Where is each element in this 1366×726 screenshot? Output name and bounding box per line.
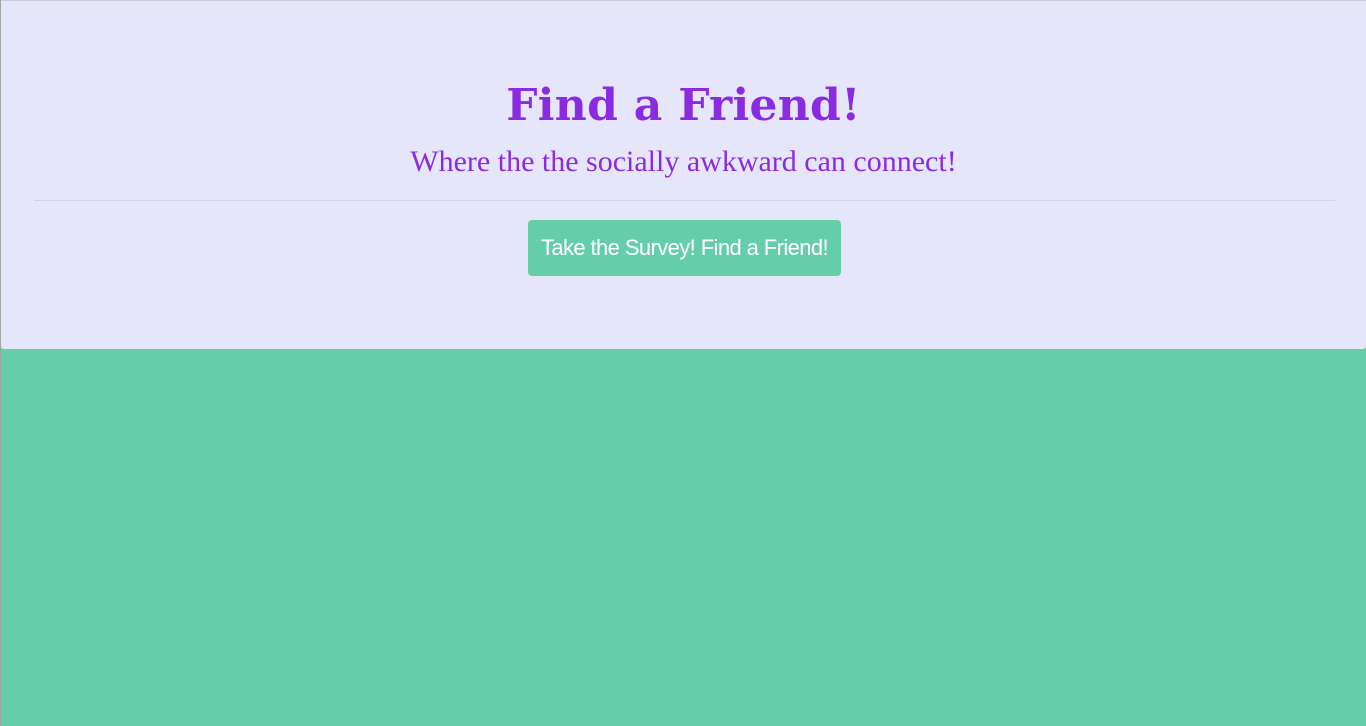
take-survey-button[interactable]: Take the Survey! Find a Friend! [528, 220, 841, 276]
page-subtitle: Where the the socially awkward can conne… [410, 145, 957, 178]
hero-divider [34, 200, 1335, 201]
hero-jumbotron: Find a Friend! Where the the socially aw… [1, 0, 1366, 349]
page-title: Find a Friend! [506, 80, 861, 131]
